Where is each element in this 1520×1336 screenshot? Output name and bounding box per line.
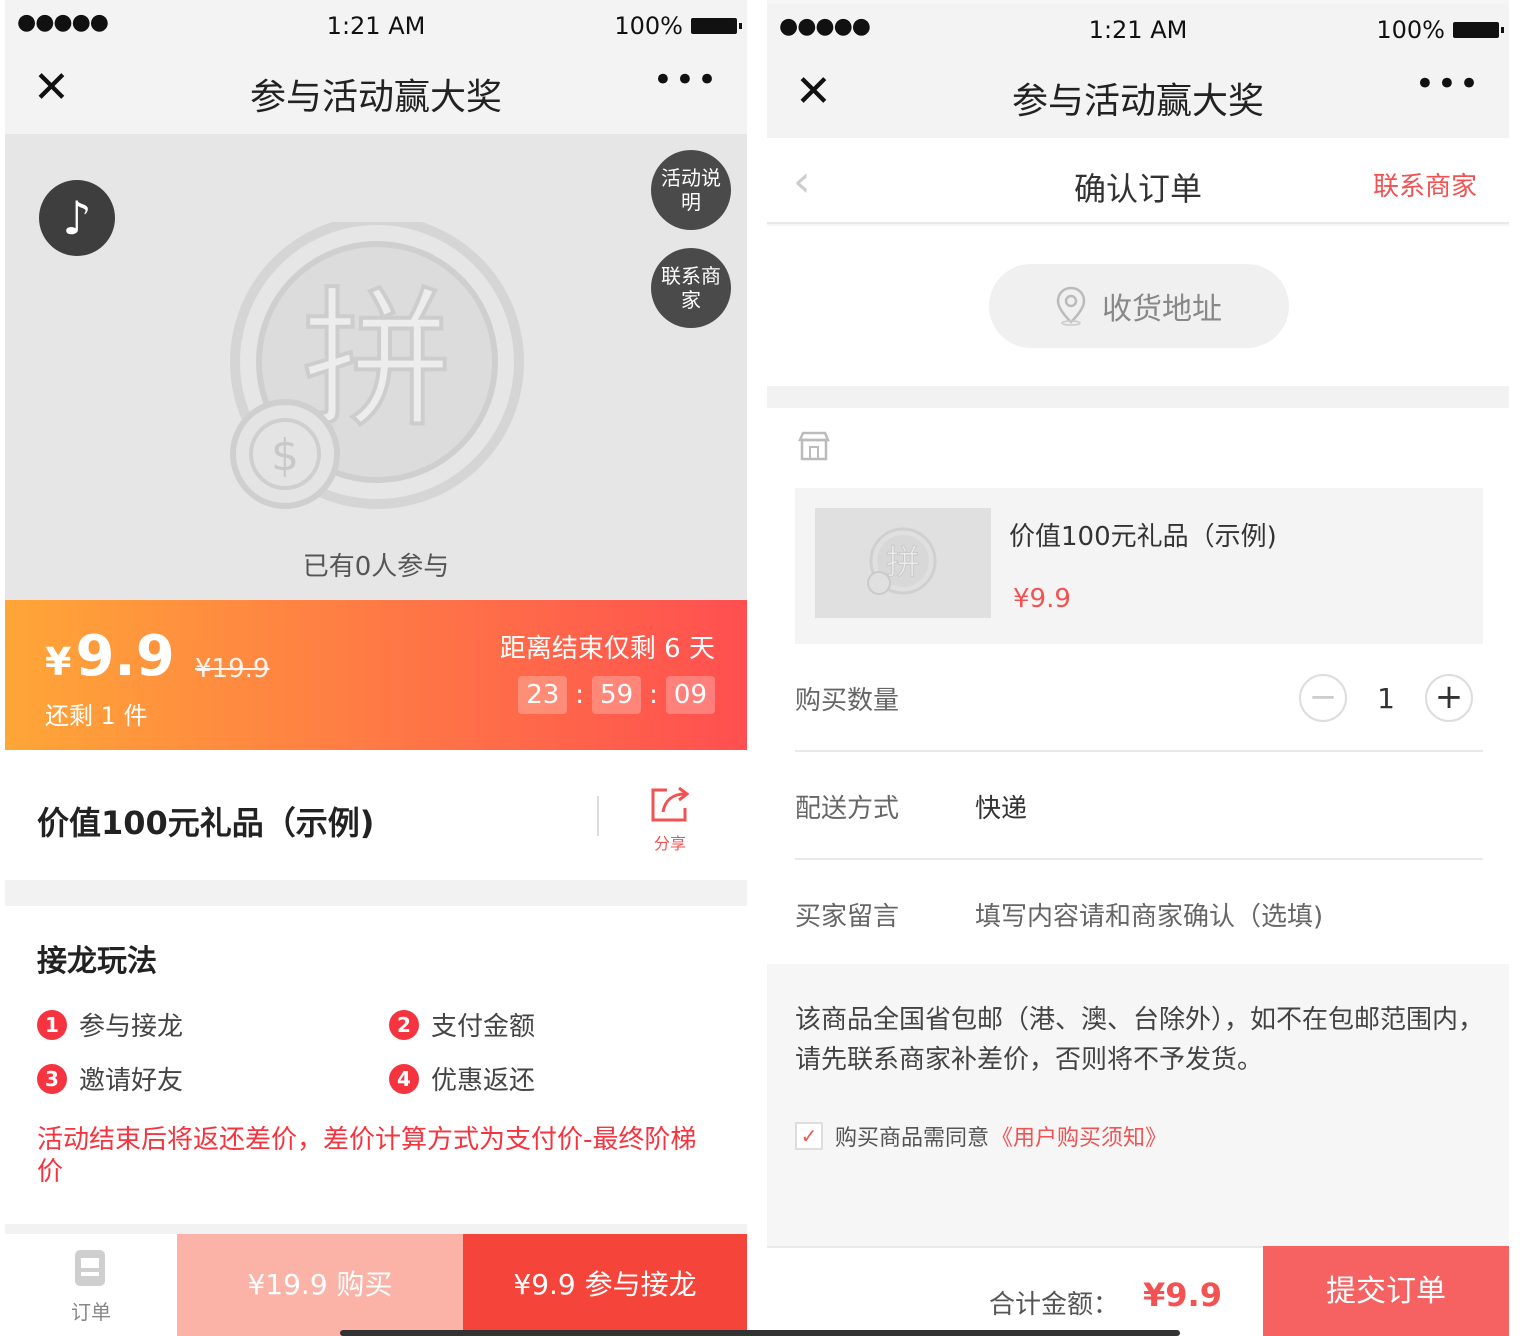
order-header: ‹ 确认订单 联系商家 bbox=[767, 138, 1509, 224]
svg-text:$: $ bbox=[271, 430, 299, 481]
placeholder-logo-icon: 拼 $ bbox=[230, 222, 524, 509]
join-button[interactable]: ¥9.9 参与接龙 bbox=[463, 1234, 747, 1336]
price-bar: ¥9.9 ¥19.9 还剩 1 件 距离结束仅剩 6 天 23 : 59 : 0… bbox=[5, 600, 747, 750]
agree-text: 购买商品需同意 bbox=[835, 1126, 990, 1151]
countdown-label: 距离结束仅剩 6 天 bbox=[499, 634, 715, 664]
share-button[interactable]: 分享 bbox=[645, 784, 695, 854]
home-indicator bbox=[340, 1330, 1180, 1336]
quantity-label: 购买数量 bbox=[795, 686, 900, 716]
item-name: 价值100元礼品（示例) bbox=[1009, 522, 1277, 552]
increase-button[interactable]: + bbox=[1425, 674, 1473, 722]
battery-percent: 100% bbox=[1376, 16, 1445, 44]
quantity-stepper: − 1 + bbox=[1299, 674, 1473, 722]
location-pin-icon bbox=[1056, 286, 1086, 326]
delivery-value: 快递 bbox=[975, 794, 1028, 824]
orders-icon bbox=[75, 1250, 105, 1286]
section-gap bbox=[767, 386, 1509, 408]
current-price: ¥9.9 bbox=[45, 624, 175, 689]
orders-button[interactable]: 订单 bbox=[5, 1234, 177, 1336]
section-gap bbox=[5, 880, 747, 906]
rule-step: 3 邀请好友 bbox=[37, 1060, 183, 1097]
section-gap bbox=[5, 1224, 747, 1234]
delivery-row[interactable]: 配送方式 快递 bbox=[795, 752, 1483, 860]
placeholder-char: 拼 bbox=[886, 543, 920, 583]
quantity-value: 1 bbox=[1377, 681, 1395, 715]
bottom-action-bar: 订单 ¥19.9 购买 ¥9.9 参与接龙 bbox=[5, 1234, 747, 1336]
buy-original-button[interactable]: ¥19.9 购买 bbox=[177, 1234, 463, 1336]
activity-info-button[interactable]: 活动说明 bbox=[651, 150, 731, 230]
agree-checkbox[interactable]: ✓ bbox=[795, 1122, 823, 1150]
share-icon bbox=[651, 786, 690, 822]
message-row: 买家留言 填写内容请和商家确认（选填) bbox=[795, 860, 1483, 968]
more-icon[interactable]: ••• bbox=[653, 60, 719, 100]
page-title: 参与活动赢大奖 bbox=[249, 77, 502, 118]
message-label: 买家留言 bbox=[795, 902, 900, 932]
battery-icon bbox=[691, 18, 742, 34]
quantity-row: 购买数量 − 1 + bbox=[795, 644, 1483, 752]
nav-bar: ✕ 参与活动赢大奖 ••• bbox=[767, 54, 1509, 138]
order-item: 拼 价值100元礼品（示例) ¥9.9 bbox=[795, 488, 1483, 644]
hero-banner: ♪ 活动说明 联系商家 拼 $ 已有0人参与 bbox=[5, 134, 747, 600]
nav-bar: ✕ 参与活动赢大奖 ••• bbox=[5, 50, 747, 134]
status-bar: ●●●●● 1:21 AM 100% bbox=[5, 0, 747, 50]
item-thumbnail: 拼 bbox=[815, 508, 991, 618]
music-icon[interactable]: ♪ bbox=[39, 180, 115, 256]
countdown-timer: 23 : 59 : 09 bbox=[518, 676, 715, 714]
shop-icon bbox=[798, 431, 830, 461]
contact-seller-link[interactable]: 联系商家 bbox=[1373, 166, 1477, 203]
product-title-row: 价值100元礼品（示例) 分享 bbox=[5, 750, 747, 880]
battery-percent: 100% bbox=[614, 12, 683, 40]
battery-icon bbox=[1453, 22, 1504, 38]
share-label: 分享 bbox=[653, 834, 686, 853]
order-card: 拼 价值100元礼品（示例) ¥9.9 购买数量 − 1 + 配送方式 快递 买… bbox=[767, 408, 1509, 964]
countdown-seconds: 09 bbox=[665, 676, 715, 714]
total-label: 合计金额： bbox=[988, 1290, 1119, 1320]
item-price: ¥9.9 bbox=[1013, 584, 1071, 614]
left-screen: ●●●●● 1:21 AM 100% ✕ 参与活动赢大奖 ••• ♪ 活动说明 … bbox=[5, 0, 747, 1336]
placeholder-logo-icon: 拼 bbox=[867, 527, 937, 595]
original-price: ¥19.9 bbox=[195, 654, 270, 684]
product-title: 价值100元礼品（示例) bbox=[37, 804, 375, 842]
rule-step: 1 参与接龙 bbox=[37, 1006, 183, 1043]
contact-seller-button[interactable]: 联系商家 bbox=[651, 248, 731, 328]
address-label: 收货地址 bbox=[1102, 292, 1222, 327]
delivery-label: 配送方式 bbox=[795, 794, 900, 824]
checkout-bar: 合计金额： ¥9.9 提交订单 bbox=[767, 1246, 1509, 1336]
page-title: 参与活动赢大奖 bbox=[1011, 81, 1264, 122]
submit-order-button[interactable]: 提交订单 bbox=[1263, 1246, 1509, 1336]
countdown-hours: 23 bbox=[518, 676, 568, 714]
status-bar: ●●●●● 1:21 AM 100% bbox=[767, 4, 1509, 54]
address-button[interactable]: 收货地址 bbox=[989, 264, 1289, 348]
divider bbox=[597, 796, 599, 836]
shipping-notice: 该商品全国省包邮（港、澳、台除外），如不在包邮范围内，请先联系商家补差价，否则将… bbox=[795, 1005, 1485, 1075]
message-field[interactable]: 填写内容请和商家确认（选填) bbox=[975, 896, 1323, 933]
decrease-button[interactable]: − bbox=[1299, 674, 1348, 722]
rule-step: 4 优惠返还 bbox=[389, 1060, 535, 1097]
address-section: 收货地址 bbox=[767, 226, 1509, 386]
total-value: ¥9.9 bbox=[1143, 1276, 1222, 1314]
rules-heading: 接龙玩法 bbox=[37, 944, 157, 979]
agreement-row: ✓ 购买商品需同意 《用户购买须知》 bbox=[795, 1120, 1167, 1152]
rules-note: 活动结束后将返还差价，差价计算方式为支付价-最终阶梯价 bbox=[37, 1125, 697, 1187]
joined-count: 已有0人参与 bbox=[302, 552, 450, 582]
terms-link[interactable]: 《用户购买须知》 bbox=[991, 1120, 1167, 1152]
rules-section: 接龙玩法 1 参与接龙 2 支付金额 3 邀请好友 4 优惠返还 活动结束后将返… bbox=[5, 906, 747, 1224]
orders-label: 订单 bbox=[71, 1300, 111, 1324]
battery: 100% bbox=[614, 12, 742, 40]
battery: 100% bbox=[1376, 16, 1504, 44]
rule-step: 2 支付金额 bbox=[389, 1006, 535, 1043]
more-icon[interactable]: ••• bbox=[1415, 64, 1481, 104]
right-screen: ●●●●● 1:21 AM 100% ✕ 参与活动赢大奖 ••• ‹ 确认订单 … bbox=[767, 0, 1509, 1336]
stock-left: 还剩 1 件 bbox=[45, 702, 148, 730]
countdown-minutes: 59 bbox=[592, 676, 642, 714]
